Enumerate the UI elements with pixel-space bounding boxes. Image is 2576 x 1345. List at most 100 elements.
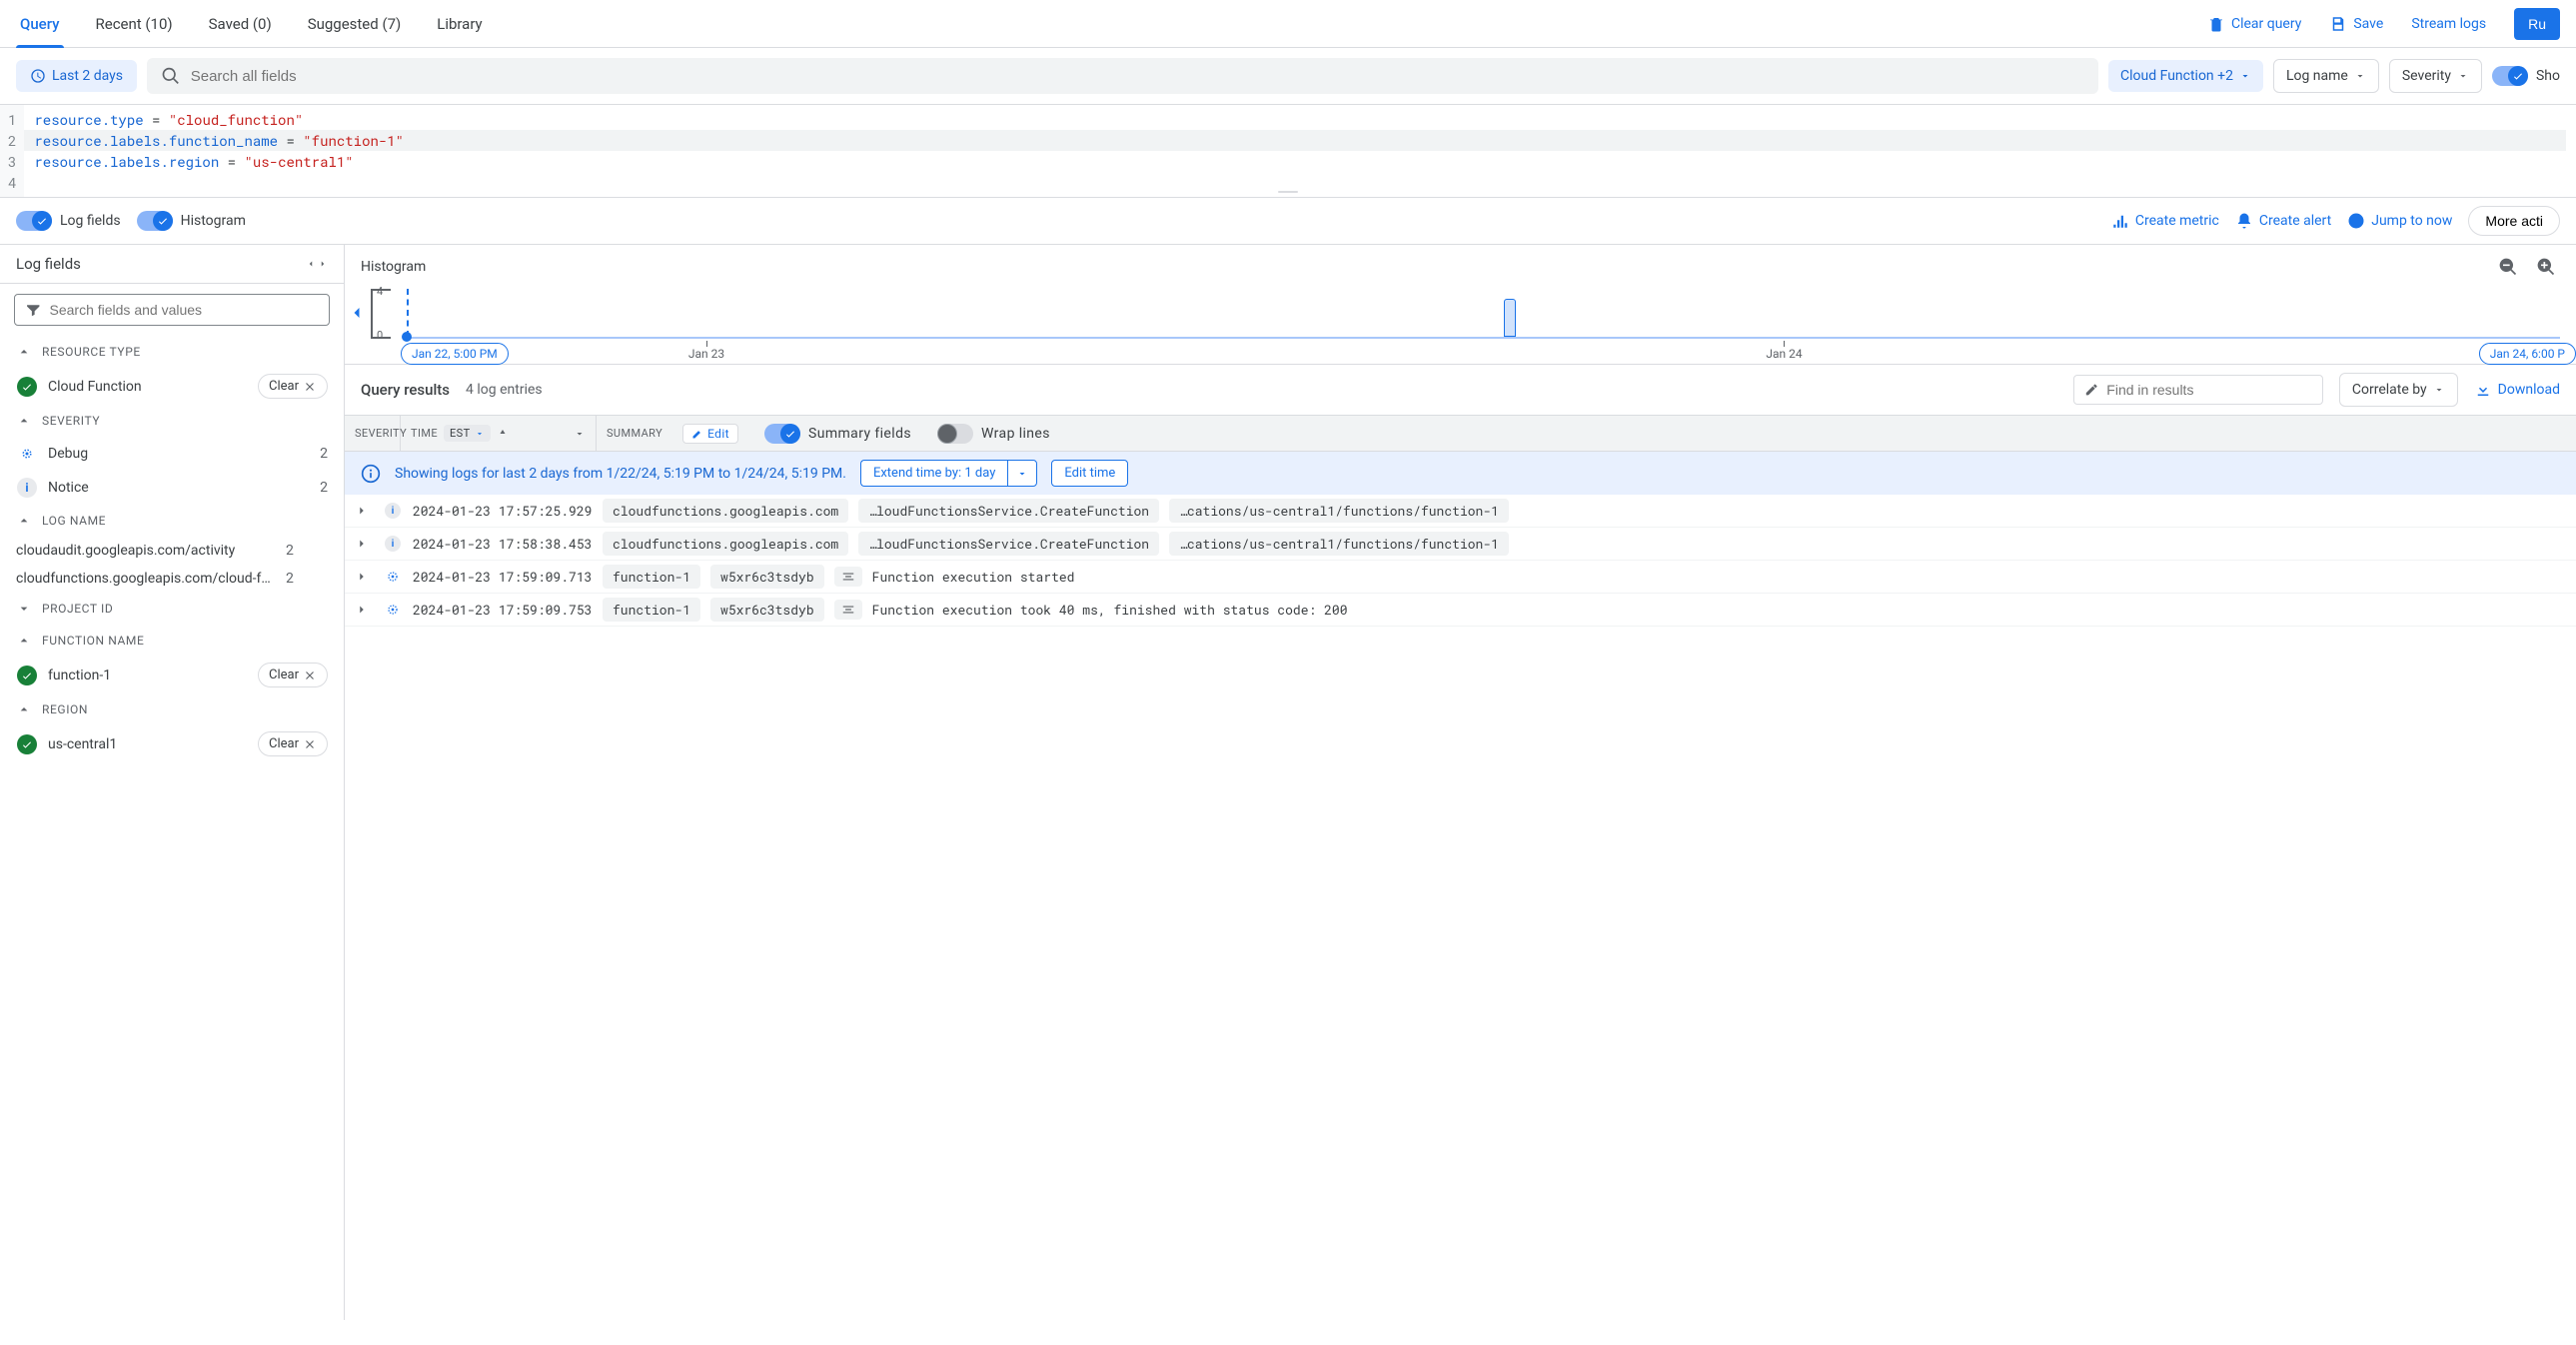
clear-resource-type[interactable]: Clear: [258, 374, 328, 399]
filter-bar: Last 2 days Cloud Function +2 Log name S…: [0, 48, 2576, 105]
code-area[interactable]: resource.type = "cloud_function"resource…: [24, 105, 2576, 197]
histogram-chart[interactable]: 4 0 Jan 23 Jan 24 Jan 22, 5:00 PM Jan 24…: [345, 289, 2576, 364]
find-in-results[interactable]: [2073, 375, 2323, 405]
log-field-pill[interactable]: …loudFunctionsService.CreateFunction: [858, 532, 1159, 556]
log-field-pill[interactable]: …cations/us-central1/functions/function-…: [1169, 499, 1509, 523]
log-field-pill[interactable]: …loudFunctionsService.CreateFunction: [858, 499, 1159, 523]
time-range-chip[interactable]: Last 2 days: [16, 60, 137, 92]
field-function-1[interactable]: function-1 Clear: [0, 657, 344, 693]
log-field-pill[interactable]: w5xr6c3tsdyb: [710, 598, 824, 622]
histogram-toggle[interactable]: [137, 211, 173, 231]
time-start-chip[interactable]: Jan 22, 5:00 PM: [401, 343, 509, 365]
resource-filter-chip[interactable]: Cloud Function +2: [2108, 60, 2263, 92]
expand-icon[interactable]: [355, 537, 373, 551]
tab-query[interactable]: Query: [16, 0, 64, 48]
tab-library[interactable]: Library: [433, 0, 486, 48]
time-end-chip[interactable]: Jan 24, 6:00 P: [2479, 343, 2576, 365]
resize-grip[interactable]: [1276, 191, 1300, 195]
section-log-name[interactable]: LOG NAME: [0, 505, 344, 537]
log-name-filter[interactable]: Log name: [2273, 59, 2379, 93]
col-time[interactable]: TIME EST: [401, 416, 597, 451]
field-us-central1[interactable]: us-central1 Clear: [0, 725, 344, 762]
tab-recent[interactable]: Recent (10): [92, 0, 177, 48]
log-timestamp: 2024-01-23 17:59:09.753: [413, 601, 593, 619]
histogram-bar[interactable]: [1504, 299, 1516, 337]
field-notice[interactable]: i Notice 2: [0, 471, 344, 505]
search-input[interactable]: [191, 68, 2084, 85]
log-timestamp: 2024-01-23 17:57:25.929: [413, 502, 593, 520]
trace-icon[interactable]: [834, 567, 862, 587]
find-input[interactable]: [2106, 382, 2312, 398]
sidebar-search[interactable]: [14, 294, 330, 326]
section-project-id[interactable]: PROJECT ID: [0, 593, 344, 625]
close-icon: [303, 737, 317, 751]
debug-icon: [383, 569, 403, 585]
log-message: Function execution took 40 ms, finished …: [872, 601, 1348, 619]
jump-to-now-button[interactable]: Jump to now: [2347, 212, 2452, 230]
tab-saved[interactable]: Saved (0): [205, 0, 276, 48]
log-row[interactable]: i2024-01-23 17:58:38.453cloudfunctions.g…: [345, 528, 2576, 561]
save-button[interactable]: Save: [2329, 15, 2383, 33]
search-all-fields[interactable]: [147, 58, 2098, 94]
stream-logs-button[interactable]: Stream logs: [2411, 16, 2486, 32]
section-severity[interactable]: SEVERITY: [0, 405, 344, 437]
section-function-name[interactable]: FUNCTION NAME: [0, 625, 344, 657]
section-region[interactable]: REGION: [0, 693, 344, 725]
dropdown-icon[interactable]: [574, 428, 586, 440]
dropdown-icon: [2457, 70, 2469, 82]
field-debug[interactable]: Debug 2: [0, 437, 344, 471]
log-row[interactable]: 2024-01-23 17:59:09.753 function-1 w5xr6c3…: [345, 594, 2576, 627]
sidebar-search-input[interactable]: [50, 302, 320, 318]
create-alert-button[interactable]: Create alert: [2235, 212, 2331, 230]
extend-time-dropdown[interactable]: [1007, 460, 1037, 487]
field-cloud-function[interactable]: Cloud Function Clear: [0, 368, 344, 405]
download-button[interactable]: Download: [2474, 381, 2560, 399]
clear-query-button[interactable]: Clear query: [2207, 15, 2301, 33]
clear-region[interactable]: Clear: [258, 731, 328, 756]
log-field-pill[interactable]: w5xr6c3tsdyb: [710, 565, 824, 589]
summary-fields-toggle[interactable]: [764, 424, 800, 444]
log-timestamp: 2024-01-23 17:59:09.713: [413, 568, 593, 586]
log-row[interactable]: 2024-01-23 17:59:09.713 function-1 w5xr6c3…: [345, 561, 2576, 594]
expand-icon[interactable]: [355, 504, 373, 518]
expand-icon[interactable]: [355, 603, 373, 617]
x-label-jan24: Jan 24: [1766, 347, 1802, 361]
log-field-pill[interactable]: cloudfunctions.googleapis.com: [603, 499, 848, 523]
show-query-toggle[interactable]: [2492, 66, 2528, 86]
tab-suggested[interactable]: Suggested (7): [304, 0, 406, 48]
sort-asc-icon[interactable]: [497, 428, 509, 440]
field-cloudaudit[interactable]: cloudaudit.googleapis.com/activity 2: [0, 537, 344, 565]
log-row[interactable]: i2024-01-23 17:57:25.929cloudfunctions.g…: [345, 495, 2576, 528]
col-severity[interactable]: SEVERITY: [345, 416, 401, 451]
dropdown-icon: [2354, 70, 2366, 82]
sidebar-collapse-button[interactable]: [306, 257, 328, 271]
results-bar: Query results 4 log entries Correlate by…: [345, 364, 2576, 416]
wrap-lines-toggle[interactable]: [937, 424, 973, 444]
chart-icon: [2111, 212, 2129, 230]
query-editor[interactable]: 1234 resource.type = "cloud_function"res…: [0, 105, 2576, 198]
clear-function-name[interactable]: Clear: [258, 663, 328, 687]
expand-icon[interactable]: [355, 570, 373, 584]
field-cloudfunctions-log[interactable]: cloudfunctions.googleapis.com/cloud-func…: [0, 565, 344, 593]
run-query-button[interactable]: Ru: [2514, 8, 2560, 40]
log-field-pill[interactable]: …cations/us-central1/functions/function-…: [1169, 532, 1509, 556]
section-resource-type[interactable]: RESOURCE TYPE: [0, 336, 344, 368]
zoom-out-button[interactable]: [2494, 253, 2522, 281]
log-field-pill[interactable]: function-1: [603, 598, 700, 622]
log-fields-label: Log fields: [60, 213, 121, 229]
log-field-pill[interactable]: cloudfunctions.googleapis.com: [603, 532, 848, 556]
top-tabs: Query Recent (10) Saved (0) Suggested (7…: [0, 0, 2576, 48]
correlate-by-button[interactable]: Correlate by: [2339, 373, 2458, 407]
edit-time-button[interactable]: Edit time: [1051, 460, 1128, 487]
edit-summary-button[interactable]: Edit: [682, 424, 738, 444]
log-field-pill[interactable]: function-1: [603, 565, 700, 589]
log-fields-toggle[interactable]: [16, 211, 52, 231]
zoom-in-button[interactable]: [2532, 253, 2560, 281]
histogram-prev[interactable]: [347, 303, 367, 323]
extend-time-button[interactable]: Extend time by: 1 day: [860, 460, 1007, 487]
trace-icon[interactable]: [834, 600, 862, 620]
timezone-chip[interactable]: EST: [444, 425, 491, 442]
severity-filter[interactable]: Severity: [2389, 59, 2482, 93]
create-metric-button[interactable]: Create metric: [2111, 212, 2219, 230]
more-actions-button[interactable]: More acti: [2468, 206, 2560, 236]
